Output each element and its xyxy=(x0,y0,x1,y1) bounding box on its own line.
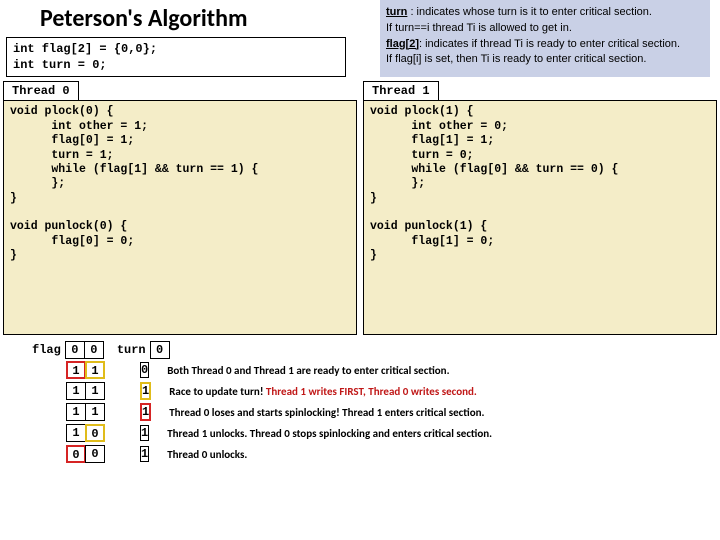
flag-cell: 0 xyxy=(66,445,86,463)
thread-0-column: Thread 0 void plock(0) { int other = 1; … xyxy=(3,81,357,335)
thread-0-code: void plock(0) { int other = 1; flag[0] =… xyxy=(3,100,357,335)
thread-1-tab: Thread 1 xyxy=(363,81,439,101)
flag-hdr-0: 0 xyxy=(65,341,85,359)
trace-desc: Thread 0 loses and starts spinlocking! T… xyxy=(169,406,639,419)
note-turn-cond: If turn==i thread Ti is allowed to get i… xyxy=(386,22,704,36)
flag-label: flag xyxy=(28,343,65,357)
decl-line-1: int flag[2] = {0,0}; xyxy=(13,41,339,57)
trace-table: flag00turn0110Both Thread 0 and Thread 1… xyxy=(28,341,720,466)
flag-cell: 1 xyxy=(85,403,105,421)
thread-1-column: Thread 1 void plock(1) { int other = 0; … xyxy=(363,81,717,335)
note-flag-text: : indicates if thread Ti is ready to ent… xyxy=(419,38,680,50)
declaration-box: int flag[2] = {0,0}; int turn = 0; xyxy=(6,37,346,77)
turn-cell: 1 xyxy=(140,403,151,421)
flag-hdr-1: 0 xyxy=(84,341,104,359)
page-title: Peterson's Algorithm xyxy=(0,0,267,35)
turn-cell: 1 xyxy=(140,425,149,441)
flag-cell: 1 xyxy=(66,424,86,442)
flag-cell: 0 xyxy=(85,445,105,463)
decl-line-2: int turn = 0; xyxy=(13,57,339,73)
flag-cell: 1 xyxy=(85,382,105,400)
trace-desc: Race to update turn! Thread 1 writes FIR… xyxy=(169,385,639,398)
thread-0-tab: Thread 0 xyxy=(3,81,79,101)
turn-label: turn xyxy=(113,343,150,357)
turn-cell: 1 xyxy=(140,382,151,400)
flag-cell: 1 xyxy=(66,361,86,379)
turn-cell: 0 xyxy=(140,362,149,378)
flag-cell: 1 xyxy=(66,382,86,400)
turn-cell: 1 xyxy=(140,446,149,462)
turn-hdr: 0 xyxy=(150,341,170,359)
thread-1-code: void plock(1) { int other = 0; flag[1] =… xyxy=(363,100,717,335)
trace-desc: Thread 0 unlocks. xyxy=(167,448,637,461)
flag-cell: 1 xyxy=(66,403,86,421)
note-flag-key: flag[2] xyxy=(386,38,419,50)
note-turn-text: : indicates whose turn is it to enter cr… xyxy=(407,6,652,18)
notes-panel: turn : indicates whose turn is it to ent… xyxy=(380,0,710,77)
trace-desc: Thread 1 unlocks. Thread 0 stops spinloc… xyxy=(167,427,637,440)
note-flag-cond: If flag[i] is set, then Ti is ready to e… xyxy=(386,53,704,67)
flag-cell: 0 xyxy=(85,424,105,442)
trace-desc: Both Thread 0 and Thread 1 are ready to … xyxy=(167,364,637,377)
note-turn-key: turn xyxy=(386,6,407,18)
flag-cell: 1 xyxy=(85,361,105,379)
